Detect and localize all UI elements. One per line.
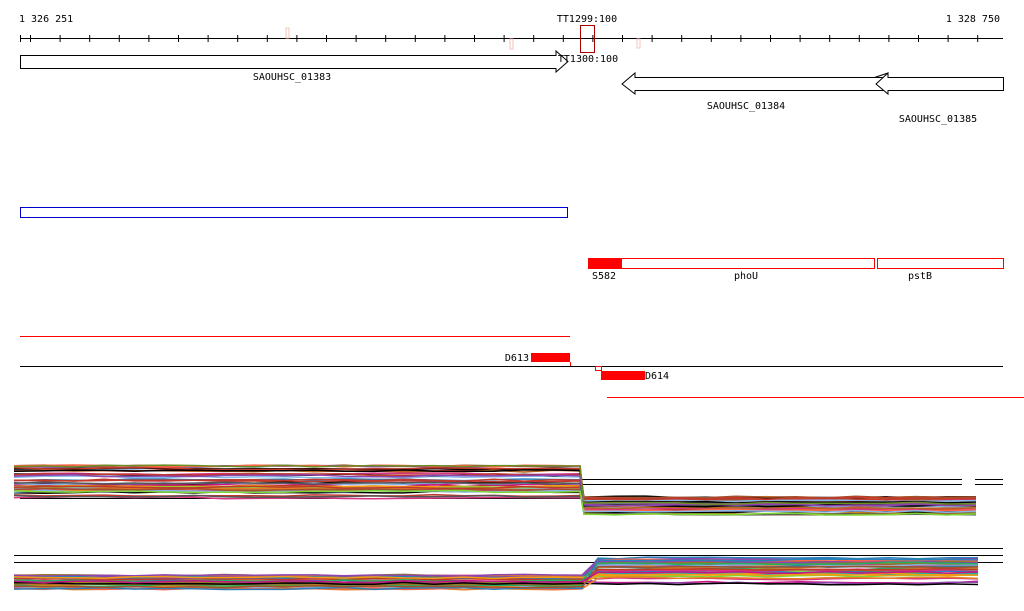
feature-label-d614: D614 <box>645 371 669 382</box>
annotated-region-blue[interactable] <box>20 207 568 218</box>
gene-label: SAOUHSC_01384 <box>707 101 785 112</box>
gene-arrow-saouhsc-01383[interactable] <box>20 49 569 74</box>
feature-label-d613: D613 <box>505 353 529 364</box>
feature-label-pstB: pstB <box>908 271 932 282</box>
feature-pstB-box[interactable] <box>877 258 1004 269</box>
gene-label: SAOUHSC_01383 <box>253 72 331 83</box>
scale-end-label: 1 328 750 <box>946 14 1000 25</box>
scale-start-label: 1 326 251 <box>19 14 73 25</box>
small-red-marker[interactable] <box>595 366 602 371</box>
terminator-marker[interactable] <box>509 38 514 50</box>
feature-d614[interactable] <box>601 371 645 380</box>
genome-browser-view[interactable]: 1 326 251 1 328 750 TT1299:100 SAOUHSC_0… <box>0 0 1024 611</box>
feature-label-s582: S582 <box>592 271 616 282</box>
feature-d613[interactable] <box>531 353 570 362</box>
expression-track-2 <box>13 548 1003 591</box>
terminator-tt1300-label[interactable]: TT1300:100 <box>558 54 618 65</box>
gene-arrow-saouhsc-01385[interactable] <box>875 71 1004 96</box>
feature-phoU-box[interactable] <box>588 258 875 269</box>
terminator-marker[interactable] <box>636 38 641 49</box>
terminator-tt1299-label[interactable]: TT1299:100 <box>557 14 617 25</box>
terminator-marker[interactable] <box>285 27 290 39</box>
feature-s582-fill[interactable] <box>588 258 622 269</box>
gene-label: SAOUHSC_01385 <box>899 114 977 125</box>
expression-track-1 <box>13 464 1003 516</box>
feature-label-phoU: phoU <box>734 271 758 282</box>
